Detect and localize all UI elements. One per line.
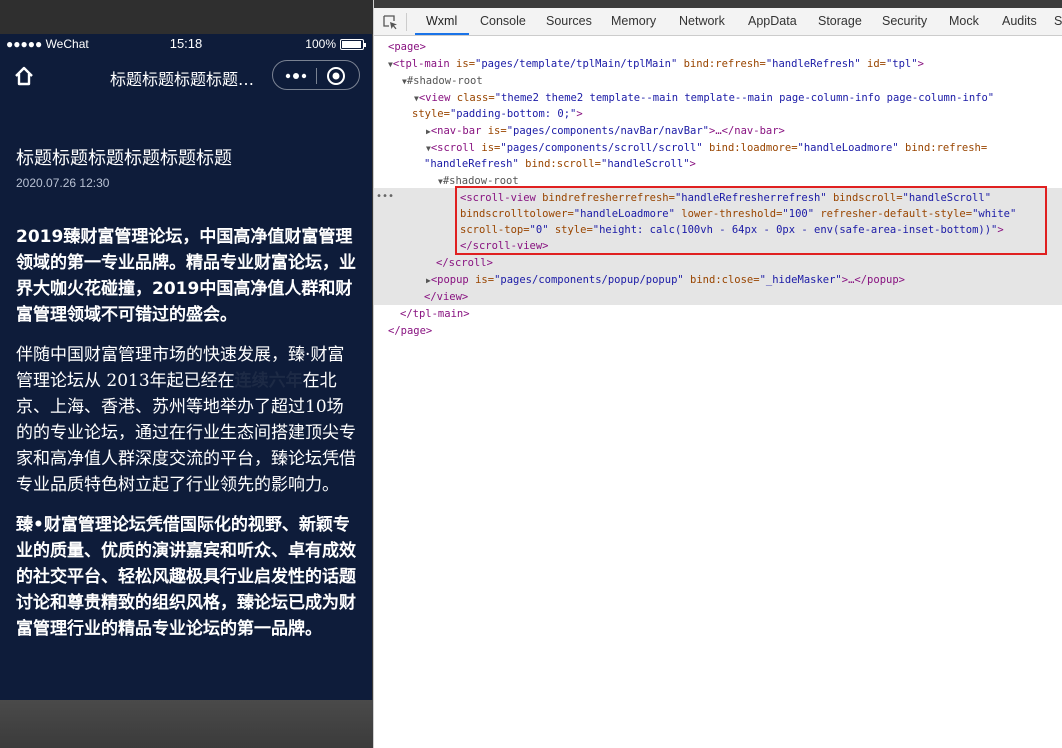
simulator-panel: ●●●●● WeChat 15:18 100% 标题标题标题标题标题 标题标题标… [0,0,373,748]
simulator-top-bar [0,0,373,34]
tree-node-scroll-cont: "handleRefresh" bind:scroll="handleScrol… [424,158,696,170]
tab-separator [406,13,407,31]
wxml-tree: ••• <page> ▼<tpl-main is="pages/template… [374,36,1062,748]
article-content: 标题标题标题标题标题标题 2020.07.26 12:30 2019臻财富管理论… [16,146,356,642]
battery-percent: 100% [305,37,336,51]
article-title: 标题标题标题标题标题标题 [16,148,232,169]
tab-console[interactable]: Console [480,14,526,28]
paragraph-1: 2019臻财富管理论坛，中国高净值财富管理领域的第一专业品牌。精品专业财富论坛，… [16,227,356,325]
tab-wxml[interactable]: Wxml [426,14,457,28]
tab-network[interactable]: Network [679,14,725,28]
battery-status: 100% [305,37,366,51]
phone-screen: ●●●●● WeChat 15:18 100% 标题标题标题标题标题 标题标题标… [0,34,372,700]
tree-node-view[interactable]: ▼<view class="theme2 theme2 template--ma… [414,90,994,108]
more-icon[interactable] [285,72,307,80]
tab-audits[interactable]: Audits [1002,14,1037,28]
status-bar: ●●●●● WeChat 15:18 100% [0,34,372,54]
devtools-panel: Wxml Console Sources Memory Network AppD… [373,0,1062,748]
tree-node-popup[interactable]: ▶<popup is="pages/components/popup/popup… [426,272,905,290]
inspect-element-icon[interactable] [382,14,398,30]
tab-mock[interactable]: Mock [949,14,979,28]
tab-sources[interactable]: Sources [546,14,592,28]
highlighted-text: 连续六年 [234,371,303,391]
close-target-icon[interactable] [326,66,346,86]
nav-title: 标题标题标题标题标题 [110,70,260,89]
tab-storage[interactable]: Storage [818,14,862,28]
tree-node-page-close: </page> [388,325,433,337]
navigation-bar: 标题标题标题标题标题 [0,54,372,98]
tree-node-view-close: </view> [424,291,469,303]
battery-icon [340,38,366,50]
tab-security[interactable]: Security [882,14,927,28]
highlight-box [455,186,1047,255]
tree-node-shadow-root[interactable]: ▼#shadow-root [402,73,483,91]
paragraph-2: 伴随中国财富管理市场的快速发展，臻·财富管理论坛从 2013年起已经在连续六年在… [16,342,356,498]
tab-overflow[interactable]: S [1054,14,1062,28]
paragraph-3: 臻•财富管理论坛凭借国际化的视野、新颖专业的质量、优质的演讲嘉宾和听众、卓有成效… [16,515,356,639]
devtools-tab-bar: Wxml Console Sources Memory Network AppD… [374,8,1062,36]
tab-memory[interactable]: Memory [611,14,656,28]
home-icon[interactable] [12,64,36,88]
devtools-top-strip [374,0,1062,8]
menu-capsule [272,60,360,90]
tree-node-nav-bar[interactable]: ▶<nav-bar is="pages/components/navBar/na… [426,123,785,141]
node-options-icon[interactable]: ••• [376,191,394,202]
capsule-divider [316,68,317,84]
active-tab-indicator [415,33,469,35]
simulator-bottom-bar [0,700,373,748]
tree-node-tpl-main[interactable]: ▼<tpl-main is="pages/template/tplMain/tp… [388,56,924,74]
tab-appdata[interactable]: AppData [748,14,797,28]
tree-node-page[interactable]: <page> [388,39,426,56]
tree-node-tpl-main-close: </tpl-main> [400,308,470,320]
tree-node-scroll[interactable]: ▼<scroll is="pages/components/scroll/scr… [426,140,987,158]
tree-node-scroll-close: </scroll> [436,257,493,269]
article-date: 2020.07.26 12:30 [16,176,110,190]
tree-node-view-cont: style="padding-bottom: 0;"> [412,108,583,120]
